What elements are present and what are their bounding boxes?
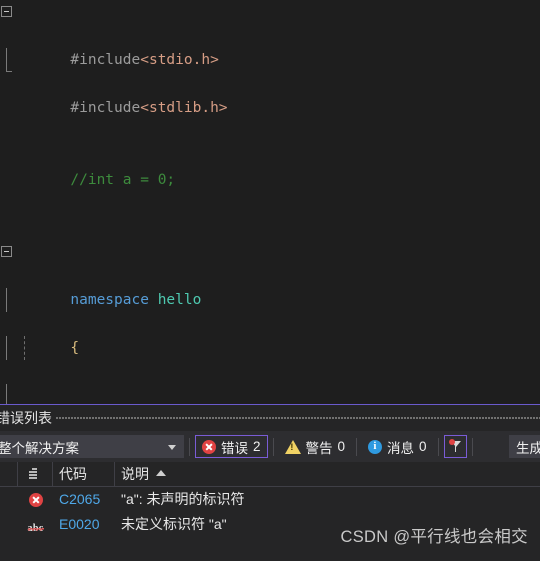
toolbar-separator [356,437,358,456]
errors-filter-button[interactable]: 错误 2 [195,435,268,458]
toolbar-separator [471,437,473,456]
code-line-blank[interactable] [0,96,540,120]
error-list-title: 错误列表 [0,410,52,426]
column-header-icon[interactable] [0,462,18,486]
info-icon [368,439,383,454]
code-area[interactable]: #include<stdio.h> #include<stdlib.h> //i… [0,0,540,404]
fold-guide [6,336,7,360]
fold-toggle-icon[interactable] [1,246,12,257]
filter-toggle-button[interactable] [443,435,467,458]
sort-ascending-icon [156,470,166,476]
build-filter-label: 生成 [516,440,540,456]
toolbar-separator [437,437,439,456]
toolbar-separator [272,437,274,456]
code-line-blank[interactable] [0,192,540,216]
list-lines-icon [27,467,40,479]
code-line[interactable]: { [0,288,540,356]
scope-filter-dropdown[interactable]: 整个解决方案 [0,435,184,458]
code-line[interactable]: #include<stdlib.h> [0,48,540,116]
chevron-down-icon[interactable] [168,445,176,450]
fold-guide [6,48,12,72]
error-icon [202,439,216,454]
code-line[interactable]: //int a = 0; [0,144,540,188]
fold-guide [6,288,7,312]
abc-spellcheck-icon: abc [25,517,47,534]
messages-filter-button[interactable]: 消息 0 [362,435,433,458]
indent-guide [24,336,25,360]
warning-icon [284,439,301,454]
titlebar-rail [56,417,540,419]
scope-filter-value: 整个解决方案 [0,440,79,456]
row-severity [18,487,53,512]
row-description: "a": 未声明的标识符 [121,491,245,507]
code-line[interactable]: namespace hello [0,240,540,308]
watermark: CSDN @平行线也会相交 [340,528,528,546]
column-header-description[interactable]: 说明 [115,462,540,486]
table-row[interactable]: C2065 "a": 未声明的标识符 [0,487,540,512]
code-line[interactable]: #include<stdio.h> [0,0,540,68]
error-list-header-row: 代码 说明 [0,462,540,487]
code-line[interactable]: int a = 2; [0,336,540,360]
column-header-code[interactable]: 代码 [53,462,115,486]
code-editor[interactable]: #include<stdio.h> #include<stdlib.h> //i… [0,0,540,404]
warnings-count: 0 [337,439,346,454]
fold-toggle-icon[interactable] [1,6,12,17]
error-list-titlebar: 错误列表 [0,405,540,431]
column-header-state[interactable] [18,462,53,486]
warnings-filter-button[interactable]: 警告 0 [279,435,352,458]
messages-label: 消息 [387,440,415,456]
column-header-description-label: 说明 [121,466,149,482]
error-icon [28,492,43,507]
errors-label: 错误 [221,440,248,456]
error-list-toolbar[interactable]: 整个解决方案 错误 2 警告 0 消息 0 [0,431,540,462]
row-selector[interactable] [0,512,18,537]
toolbar-separator [189,437,190,456]
error-list-panel[interactable]: 错误列表 整个解决方案 错误 2 警告 0 消息 0 [0,404,540,561]
warnings-label: 警告 [305,440,333,456]
build-filter-button[interactable]: 生成 [509,435,540,458]
fold-guide [6,384,7,404]
row-selector[interactable] [0,487,18,512]
code-line[interactable]: } [0,384,540,404]
row-code[interactable]: E0020 [53,512,115,537]
filter-icon [448,439,463,454]
errors-count: 2 [253,439,261,454]
token-comment: //int a = 0; [70,172,176,188]
row-code[interactable]: C2065 [53,487,115,512]
row-severity: abc [18,512,53,537]
messages-count: 0 [419,439,427,454]
